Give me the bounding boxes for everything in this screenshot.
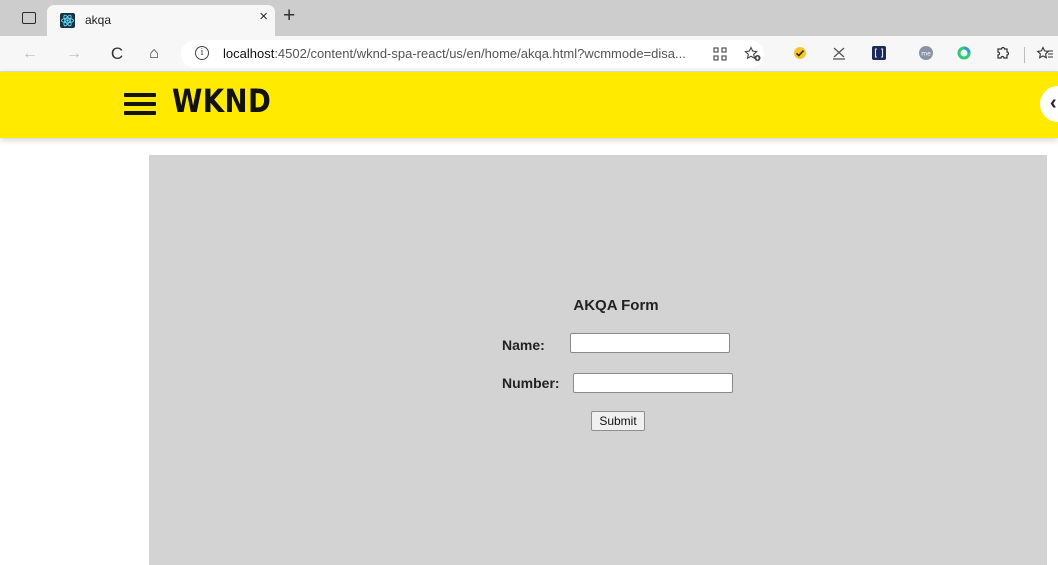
info-icon[interactable]: i bbox=[195, 46, 209, 60]
submit-button[interactable]: Submit bbox=[591, 411, 645, 431]
extensions-puzzle-icon[interactable] bbox=[995, 46, 1010, 60]
browser-toolbar: ← → C ⌂ i localhost:4502/content/wknd-sp… bbox=[0, 36, 1058, 72]
site-header: WKND ‹ bbox=[0, 72, 1058, 138]
name-label: Name: bbox=[502, 337, 545, 353]
me-extension-icon[interactable]: me bbox=[919, 46, 933, 60]
number-label: Number: bbox=[502, 375, 560, 391]
form-title: AKQA Form bbox=[573, 297, 659, 314]
address-bar[interactable]: i localhost:4502/content/wknd-spa-react/… bbox=[181, 40, 764, 68]
hamburger-menu-icon[interactable] bbox=[124, 93, 156, 115]
address-url[interactable]: localhost:4502/content/wknd-spa-react/us… bbox=[223, 46, 686, 61]
app-grid-icon[interactable] bbox=[713, 47, 727, 61]
panel-toggle-button[interactable]: ‹ bbox=[1040, 86, 1058, 122]
browser-tab[interactable]: akqa × bbox=[47, 5, 275, 36]
name-field[interactable] bbox=[570, 333, 730, 353]
chevron-left-icon: ‹ bbox=[1050, 92, 1057, 114]
toolbar-separator bbox=[1024, 47, 1025, 63]
tab-close-icon[interactable]: × bbox=[259, 8, 268, 25]
form-container: AKQA Form Name: Number: Submit bbox=[149, 155, 1047, 565]
tab-title: akqa bbox=[85, 13, 112, 27]
add-favorite-icon[interactable] bbox=[744, 46, 762, 62]
favorites-icon[interactable] bbox=[1036, 46, 1054, 60]
number-field[interactable] bbox=[573, 373, 733, 393]
svg-text:me: me bbox=[921, 51, 931, 58]
react-favicon-icon bbox=[60, 13, 75, 28]
bracket-extension-icon[interactable] bbox=[872, 46, 886, 60]
tab-actions-icon[interactable] bbox=[22, 12, 36, 24]
reload-icon[interactable]: C bbox=[108, 45, 126, 63]
browser-tab-strip: akqa × + bbox=[0, 0, 1058, 36]
web-page: WKND ‹ AKQA Form Name: Number: Submit bbox=[0, 72, 1058, 565]
check-extension-icon[interactable] bbox=[793, 46, 807, 60]
new-tab-button[interactable]: + bbox=[283, 4, 295, 28]
forward-icon[interactable]: → bbox=[65, 45, 83, 63]
x-extension-icon[interactable] bbox=[832, 46, 846, 60]
url-host: localhost bbox=[223, 46, 275, 61]
url-path: :4502/content/wknd-spa-react/us/en/home/… bbox=[274, 46, 686, 61]
home-icon[interactable]: ⌂ bbox=[145, 45, 163, 63]
site-logo[interactable]: WKND bbox=[172, 82, 271, 120]
back-icon[interactable]: ← bbox=[21, 45, 39, 63]
q-extension-icon[interactable] bbox=[957, 46, 971, 60]
